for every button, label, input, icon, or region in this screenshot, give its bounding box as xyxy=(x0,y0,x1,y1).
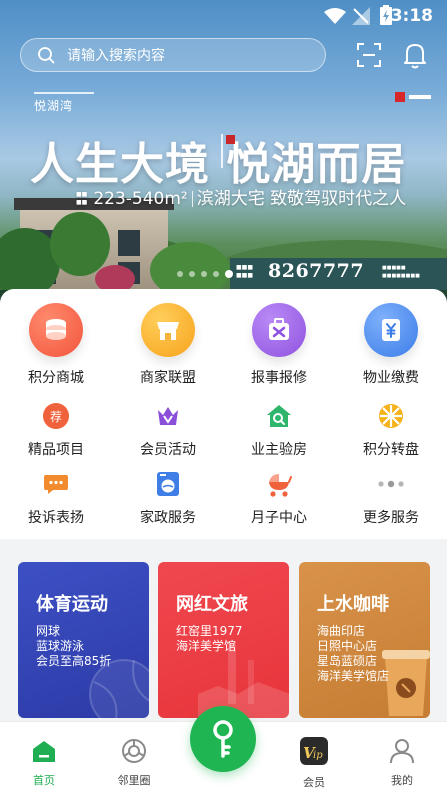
service-housekeeping[interactable]: 家政服务 xyxy=(113,469,223,527)
tab-home[interactable]: 首页 xyxy=(14,738,74,788)
service-points-mall[interactable]: 积分商城 xyxy=(1,303,111,387)
key-icon xyxy=(213,720,233,758)
yuan-payment-icon xyxy=(364,303,418,357)
scan-icon[interactable] xyxy=(356,42,382,68)
svg-text:ip: ip xyxy=(313,750,323,761)
service-member-events[interactable]: 会员活动 xyxy=(113,401,223,459)
slogan-seal xyxy=(226,135,235,144)
service-label: 家政服务 xyxy=(140,510,196,526)
wifi-icon xyxy=(324,8,346,24)
shop-icon xyxy=(141,303,195,357)
status-bar: 3:18 xyxy=(0,0,447,32)
carousel-dot[interactable] xyxy=(201,271,207,277)
banner-tagline-text: 滨湖大宅 致敬驾驭时代之人 xyxy=(196,189,407,209)
service-label: 积分商城 xyxy=(28,370,84,386)
promo-details: 海曲印店 日照中心店 星岛蓝硕店 海洋美学馆店 xyxy=(317,624,390,683)
service-label: 商家联盟 xyxy=(140,370,196,386)
more-dots-icon xyxy=(376,469,406,499)
promo-title: 网红文旅 xyxy=(176,594,248,615)
service-repair-report[interactable]: 报事报修 xyxy=(224,303,334,387)
service-label: 物业缴费 xyxy=(363,370,419,386)
carousel-dot[interactable] xyxy=(177,271,183,277)
stroller-icon xyxy=(264,469,294,499)
service-label: 精品项目 xyxy=(28,442,84,458)
promo-details: 红窑里1977 海洋美学馆 xyxy=(176,624,243,653)
coins-icon xyxy=(29,303,83,357)
carousel-dot[interactable] xyxy=(189,271,195,277)
svg-text:荐: 荐 xyxy=(50,410,62,424)
tab-label: 我的 xyxy=(391,774,413,787)
service-merchant-alliance[interactable]: 商家联盟 xyxy=(113,303,223,387)
tab-label: 会员 xyxy=(303,776,325,789)
bell-icon[interactable] xyxy=(402,41,428,69)
tab-label: 邻里圈 xyxy=(117,774,151,787)
chat-bubble-icon xyxy=(41,469,71,499)
tab-profile[interactable]: 我的 xyxy=(372,738,432,788)
promo-card-coffee[interactable]: 上水咖啡 海曲印店 日照中心店 星岛蓝硕店 海洋美学馆店 xyxy=(299,562,430,718)
service-label: 报事报修 xyxy=(251,370,307,386)
promo-title: 体育运动 xyxy=(36,594,108,615)
key-unlock-button[interactable] xyxy=(190,706,256,772)
service-more[interactable]: 更多服务 xyxy=(336,469,446,527)
service-grid: 积分商城 商家联盟 报事报修 物业缴费 荐 精品项目 会员活动 业主验房 积分转… xyxy=(0,289,447,539)
search-icon xyxy=(38,47,55,64)
profile-icon xyxy=(390,739,414,764)
repair-tools-icon xyxy=(252,303,306,357)
service-property-fee[interactable]: 物业缴费 xyxy=(336,303,446,387)
promo-title: 上水咖啡 xyxy=(317,594,389,615)
developer-logo xyxy=(395,92,431,102)
banner-carousel[interactable]: 3:18 请输入搜索内容 悦湖湾 人生大境 悦湖而居 ■■ ■■ 223-540m²… xyxy=(0,0,447,305)
banner-phone-strip: ■■■ ■■■ 8267777 ■■■■■ ■■■■■■■■ xyxy=(230,258,447,290)
status-time: 3:18 xyxy=(390,6,433,26)
search-input[interactable]: 请输入搜索内容 xyxy=(67,45,165,65)
service-complaints[interactable]: 投诉表扬 xyxy=(1,469,111,527)
service-label: 更多服务 xyxy=(363,510,419,526)
promo-card-sports[interactable]: 体育运动 网球 蓝球游泳 会员至高85折 xyxy=(18,562,149,718)
carousel-dot[interactable] xyxy=(213,271,219,277)
crown-icon xyxy=(153,401,183,431)
service-label: 月子中心 xyxy=(251,510,307,526)
banner-area: 223-540m² xyxy=(93,189,188,209)
service-label: 投诉表扬 xyxy=(28,510,84,526)
vip-icon: Vip xyxy=(300,737,328,765)
banner-brand-logo: 悦湖湾 xyxy=(34,92,94,114)
search-bar[interactable]: 请输入搜索内容 xyxy=(20,38,326,72)
service-label: 业主验房 xyxy=(251,442,307,458)
tab-neighborhood[interactable]: 邻里圈 xyxy=(104,738,164,788)
service-points-wheel[interactable]: 积分转盘 xyxy=(336,401,446,459)
washer-icon xyxy=(153,469,183,499)
service-featured-projects[interactable]: 荐 精品项目 xyxy=(1,401,111,459)
carousel-indicator[interactable] xyxy=(177,270,233,278)
tab-member[interactable]: Vip 会员 xyxy=(284,737,344,790)
service-label: 积分转盘 xyxy=(363,442,419,458)
banner-phone: 8267777 xyxy=(268,260,365,282)
banner-tagline: ■■ ■■ 223-540m² 滨湖大宅 致敬驾驭时代之人 xyxy=(76,189,407,209)
recommend-badge-icon: 荐 xyxy=(41,401,71,431)
house-inspect-icon xyxy=(264,401,294,431)
home-icon xyxy=(33,741,55,762)
wheel-icon xyxy=(376,401,406,431)
service-maternity-center[interactable]: 月子中心 xyxy=(224,469,334,527)
signal-icon xyxy=(352,7,370,25)
circle-icon xyxy=(122,739,146,763)
promo-details: 网球 蓝球游泳 会员至高85折 xyxy=(36,624,112,668)
banner-tree xyxy=(50,212,110,276)
banner-slogan: 人生大境 悦湖而居 xyxy=(30,139,407,190)
promo-card-culture-travel[interactable]: 网红文旅 红窑里1977 海洋美学馆 xyxy=(158,562,289,718)
service-owner-inspection[interactable]: 业主验房 xyxy=(224,401,334,459)
tab-label: 首页 xyxy=(33,774,55,787)
service-label: 会员活动 xyxy=(140,442,196,458)
carousel-dot[interactable] xyxy=(225,270,233,278)
